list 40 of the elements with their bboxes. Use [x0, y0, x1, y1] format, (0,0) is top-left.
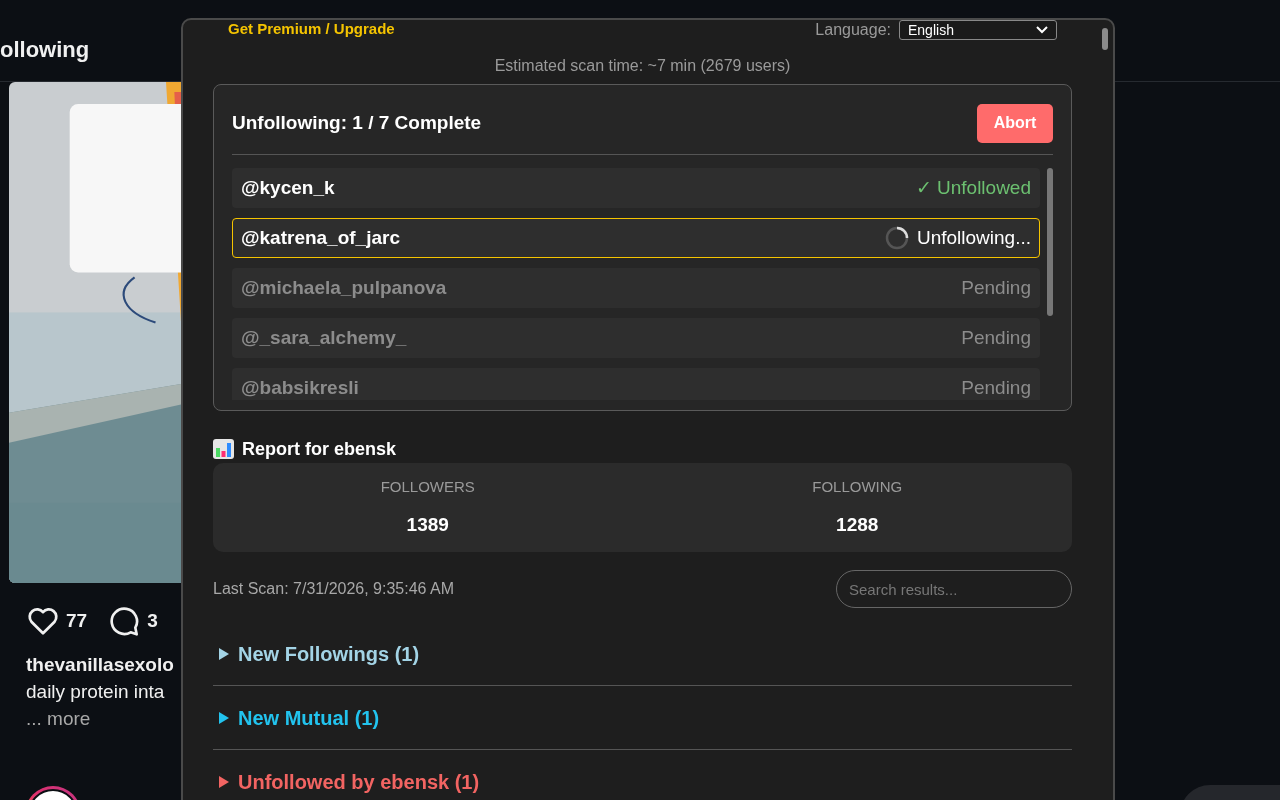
- progress-title: Unfollowing: 1 / 7 Complete: [232, 110, 482, 135]
- caret-right-icon: [218, 711, 230, 724]
- bar-chart-icon: [213, 439, 234, 459]
- status-text: Pending: [961, 375, 1031, 400]
- username: @michaela_pulpanova: [241, 275, 447, 300]
- stat-label: FOLLOWING: [812, 477, 903, 497]
- scan-estimate: Estimated scan time: ~7 min (2679 users): [493, 56, 792, 76]
- spinner-icon: [884, 226, 909, 250]
- stat-value: 1288: [836, 512, 879, 537]
- scrollbar-thumb[interactable]: [1047, 168, 1053, 316]
- premium-link[interactable]: Get Premium / Upgrade: [228, 20, 395, 41]
- last-scan: Last Scan: 7/31/2026, 9:35:46 AM: [213, 579, 455, 599]
- post-author[interactable]: thevanillasexolo: [26, 651, 181, 678]
- section-header[interactable]: New Followings (1): [213, 622, 1072, 686]
- caret-right-icon: [218, 647, 230, 660]
- username: @kycen_k: [241, 175, 335, 200]
- status-text: Pending: [961, 325, 1031, 350]
- status-text: Unfollowing...: [916, 225, 1031, 250]
- scrollbar-thumb[interactable]: [1102, 28, 1108, 50]
- caret-right-icon: [218, 776, 230, 788]
- more-link[interactable]: ... more: [26, 705, 181, 732]
- status-text: Pending: [961, 275, 1031, 300]
- username: @babsikresli: [241, 375, 359, 400]
- section-header[interactable]: Unfollowed by ebensk (1): [213, 750, 1072, 800]
- section-header[interactable]: New Mutual (1): [213, 686, 1072, 750]
- stat-label: FOLLOWERS: [380, 477, 475, 497]
- report-title: Report for ebensk: [242, 437, 397, 461]
- comment-count: 3: [147, 608, 158, 633]
- chevron-icon: [1036, 26, 1048, 34]
- heart-icon[interactable]: [26, 606, 60, 636]
- username: @_sara_alchemy_: [241, 325, 407, 350]
- search-field[interactable]: Search results...: [836, 570, 1072, 608]
- page-title: ollowing: [0, 36, 90, 64]
- language-select[interactable]: English: [899, 20, 1057, 40]
- username: @katrena_of_jarc: [241, 225, 400, 250]
- like-count: 77: [66, 608, 88, 633]
- stat-value: 1389: [406, 512, 449, 537]
- post-caption: daily protein inta: [26, 680, 166, 704]
- status-text: ✓ Unfollowed: [915, 175, 1031, 200]
- language-label: Language:: [815, 20, 891, 40]
